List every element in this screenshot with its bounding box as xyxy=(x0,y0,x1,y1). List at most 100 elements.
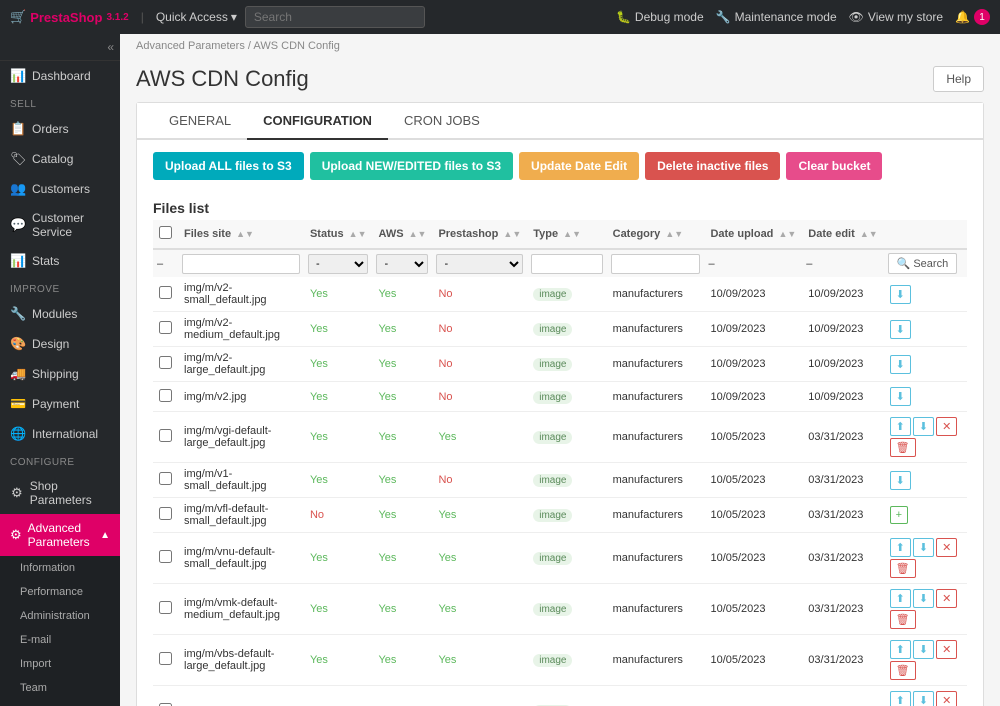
sidebar-item-stats[interactable]: 📊 Stats xyxy=(0,246,120,276)
sidebar-item-import[interactable]: Import xyxy=(0,652,120,676)
sidebar-item-international[interactable]: 🌐 International xyxy=(0,419,120,449)
tab-cron-jobs[interactable]: CRON JOBS xyxy=(388,103,496,140)
trash-button[interactable]: 🗑 xyxy=(890,661,916,680)
upload-button[interactable]: ⬆ xyxy=(890,538,911,557)
help-button[interactable]: Help xyxy=(933,66,984,92)
sidebar-item-advanced-parameters[interactable]: ⚙ Advanced Parameters ▲ xyxy=(0,514,120,556)
row-file: img/m/v2-medium_default.jpg xyxy=(178,312,304,347)
download-button[interactable]: ⬇ xyxy=(913,589,934,608)
download-button[interactable]: ⬇ xyxy=(913,538,934,557)
sidebar-item-payment[interactable]: 💳 Payment xyxy=(0,389,120,419)
sidebar-item-database[interactable]: Database xyxy=(0,700,120,706)
col-prestashop[interactable]: Prestashop ▲▼ xyxy=(432,220,527,249)
row-checkbox[interactable] xyxy=(159,507,172,520)
update-date-button[interactable]: Update Date Edit xyxy=(519,152,639,180)
clear-bucket-button[interactable]: Clear bucket xyxy=(786,152,882,180)
sidebar-modules-label: Modules xyxy=(32,307,77,321)
col-type[interactable]: Type ▲▼ xyxy=(527,220,606,249)
sidebar-item-customers[interactable]: 👥 Customers xyxy=(0,174,120,204)
notifications[interactable]: 🔔 1 xyxy=(955,9,990,25)
delete-button[interactable]: ✕ xyxy=(936,417,957,436)
delete-button[interactable]: ✕ xyxy=(936,691,957,706)
upload-button[interactable]: ⬆ xyxy=(890,417,911,436)
add-button[interactable]: + xyxy=(890,506,908,524)
search-input[interactable] xyxy=(245,6,425,28)
upload-all-button[interactable]: Upload ALL files to S3 xyxy=(153,152,304,180)
row-checkbox[interactable] xyxy=(159,472,172,485)
type-badge: image xyxy=(533,603,572,616)
download-button[interactable]: ⬇ xyxy=(890,320,911,339)
download-button[interactable]: ⬇ xyxy=(890,471,911,490)
debug-mode-link[interactable]: 🐛 Debug mode xyxy=(616,10,704,24)
col-status[interactable]: Status ▲▼ xyxy=(304,220,373,249)
filter-files-site-input[interactable] xyxy=(182,254,300,274)
sidebar-item-modules[interactable]: 🔧 Modules xyxy=(0,299,120,329)
filter-status-select[interactable]: -YesNo xyxy=(308,254,369,274)
sidebar-item-shop-parameters[interactable]: ⚙ Shop Parameters xyxy=(0,472,120,514)
sidebar-item-email[interactable]: E-mail xyxy=(0,628,120,652)
row-checkbox[interactable] xyxy=(159,652,172,665)
trash-button[interactable]: 🗑 xyxy=(890,438,916,457)
sidebar-item-dashboard[interactable]: 📊 Dashboard xyxy=(0,61,120,91)
sidebar-item-administration[interactable]: Administration xyxy=(0,604,120,628)
delete-inactive-button[interactable]: Delete inactive files xyxy=(645,152,780,180)
files-list-header: Files list xyxy=(137,192,983,220)
download-button[interactable]: ⬇ xyxy=(890,285,911,304)
row-date-edit: 03/31/2023 xyxy=(802,533,883,584)
sidebar-item-catalog[interactable]: 🏷 Catalog xyxy=(0,144,120,174)
filter-aws-select[interactable]: -YesNo xyxy=(376,254,428,274)
delete-button[interactable]: ✕ xyxy=(936,589,957,608)
tab-configuration[interactable]: CONFIGURATION xyxy=(247,103,388,140)
col-files-site[interactable]: Files site ▲▼ xyxy=(178,220,304,249)
filter-category-input[interactable] xyxy=(611,254,701,274)
upload-button[interactable]: ⬆ xyxy=(890,691,911,706)
row-checkbox[interactable] xyxy=(159,356,172,369)
quick-access-link[interactable]: Quick Access ▾ xyxy=(156,10,237,24)
download-button[interactable]: ⬇ xyxy=(913,417,934,436)
col-date-upload[interactable]: Date upload ▲▼ xyxy=(704,220,802,249)
download-button[interactable]: ⬇ xyxy=(890,387,911,406)
download-button[interactable]: ⬇ xyxy=(913,640,934,659)
row-checkbox[interactable] xyxy=(159,286,172,299)
sidebar-item-information[interactable]: Information xyxy=(0,556,120,580)
shop-params-icon: ⚙ xyxy=(10,485,24,501)
filter-type-input[interactable] xyxy=(531,254,602,274)
download-button[interactable]: ⬇ xyxy=(913,691,934,706)
sidebar-collapse-button[interactable]: « xyxy=(0,34,120,61)
sidebar-item-team[interactable]: Team xyxy=(0,676,120,700)
col-aws[interactable]: AWS ▲▼ xyxy=(372,220,432,249)
breadcrumb-advanced-params[interactable]: Advanced Parameters xyxy=(136,40,245,52)
select-all-checkbox[interactable] xyxy=(159,226,172,239)
row-checkbox[interactable] xyxy=(159,550,172,563)
sort-icon-files-site: ▲▼ xyxy=(236,229,254,239)
row-checkbox[interactable] xyxy=(159,601,172,614)
sidebar-item-design[interactable]: 🎨 Design xyxy=(0,329,120,359)
col-category[interactable]: Category ▲▼ xyxy=(607,220,705,249)
row-checkbox[interactable] xyxy=(159,429,172,442)
col-date-edit[interactable]: Date edit ▲▼ xyxy=(802,220,883,249)
trash-button[interactable]: 🗑 xyxy=(890,559,916,578)
sidebar-item-shipping[interactable]: 🚚 Shipping xyxy=(0,359,120,389)
delete-button[interactable]: ✕ xyxy=(936,640,957,659)
view-store-link[interactable]: 👁 View my store xyxy=(849,10,943,24)
sidebar-item-orders[interactable]: 📋 Orders xyxy=(0,114,120,144)
filter-prestashop-select[interactable]: -YesNo xyxy=(436,254,523,274)
upload-button[interactable]: ⬆ xyxy=(890,589,911,608)
sidebar-item-customer-service[interactable]: 💬 Customer Service xyxy=(0,204,120,246)
upload-button[interactable]: ⬆ xyxy=(890,640,911,659)
row-date-edit: 10/09/2023 xyxy=(802,277,883,312)
row-checkbox[interactable] xyxy=(159,389,172,402)
filter-aws-cell: -YesNo xyxy=(372,249,432,277)
files-table: Files site ▲▼ Status ▲▼ AWS ▲▼ Prestasho… xyxy=(153,220,967,706)
trash-button[interactable]: 🗑 xyxy=(890,610,916,629)
upload-new-button[interactable]: Upload NEW/EDITED files to S3 xyxy=(310,152,513,180)
download-button[interactable]: ⬇ xyxy=(890,355,911,374)
tab-general[interactable]: GENERAL xyxy=(153,103,247,140)
row-aws: Yes xyxy=(372,347,432,382)
table-row: img/m/v1-small_default.jpg Yes Yes No im… xyxy=(153,463,967,498)
delete-button[interactable]: ✕ xyxy=(936,538,957,557)
sidebar-item-performance[interactable]: Performance xyxy=(0,580,120,604)
maintenance-mode-link[interactable]: 🔧 Maintenance mode xyxy=(716,10,837,24)
search-button[interactable]: 🔍 Search xyxy=(888,253,958,274)
row-checkbox[interactable] xyxy=(159,321,172,334)
